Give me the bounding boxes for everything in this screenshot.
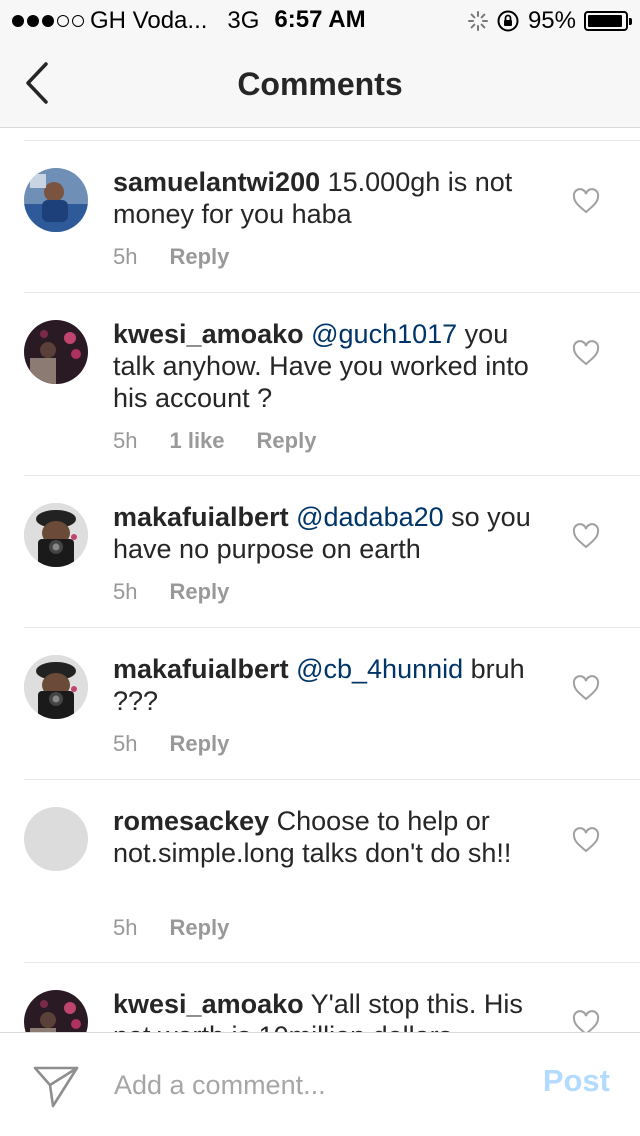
- comment-mention[interactable]: @dadaba20: [296, 502, 444, 532]
- comment-mention[interactable]: @cb_4hunnid: [296, 654, 463, 684]
- status-right: 95%: [467, 7, 632, 35]
- reply-button[interactable]: Reply: [257, 428, 317, 454]
- comment-username[interactable]: kwesi_amoako: [113, 319, 304, 349]
- comment-divider: [24, 627, 640, 628]
- rotation-lock-icon: [497, 10, 519, 32]
- comment-username[interactable]: romesackey: [113, 806, 269, 836]
- comment-time: 5h: [113, 579, 138, 604]
- comment-time: 5h: [113, 244, 138, 269]
- avatar[interactable]: [24, 807, 88, 871]
- like-heart-icon[interactable]: [572, 340, 600, 366]
- comment-text: romesackey Choose to help or not.simple.…: [113, 805, 533, 869]
- comment-mention[interactable]: @guch1017: [311, 319, 457, 349]
- comment-list[interactable]: samuelantwi200 15.000gh is not money for…: [0, 128, 640, 1032]
- comment-username[interactable]: makafuialbert: [113, 502, 289, 532]
- comment-input[interactable]: [114, 1063, 494, 1107]
- post-button[interactable]: Post: [543, 1063, 610, 1099]
- comment-time: 5h: [113, 731, 138, 756]
- avatar[interactable]: [24, 990, 88, 1032]
- avatar[interactable]: [24, 503, 88, 567]
- comment-meta: 5h Reply: [113, 244, 229, 270]
- like-heart-icon[interactable]: [572, 827, 600, 853]
- battery-level: [588, 15, 623, 27]
- comment-composer: Post: [0, 1032, 640, 1136]
- page-title: Comments: [237, 66, 403, 102]
- comment-meta: 5h 1 like Reply: [113, 428, 316, 454]
- comment-text: samuelantwi200 15.000gh is not money for…: [113, 166, 533, 230]
- comment-username[interactable]: kwesi_amoako: [113, 989, 304, 1019]
- list-top-divider: [24, 140, 640, 141]
- comment-divider: [24, 292, 640, 293]
- nav-bar: Comments: [0, 40, 640, 128]
- activity-spinner-icon: [467, 11, 488, 31]
- battery-percent: 95%: [527, 7, 576, 34]
- comment-meta: 5h Reply: [113, 579, 229, 605]
- like-heart-icon[interactable]: [572, 675, 600, 701]
- status-bar: GH Voda... 3G 6:57 AM 95%: [0, 0, 640, 40]
- comment-text: makafuialbert @cb_4hunnid bruh ???: [113, 653, 533, 717]
- reply-button[interactable]: Reply: [169, 731, 229, 757]
- comment-time: 5h: [113, 428, 138, 453]
- reply-button[interactable]: Reply: [169, 915, 229, 941]
- like-heart-icon[interactable]: [572, 523, 600, 549]
- comment-divider: [24, 475, 640, 476]
- comment-username[interactable]: makafuialbert: [113, 654, 289, 684]
- comment-text: kwesi_amoako @guch1017 you talk anyhow. …: [113, 318, 533, 414]
- comment-meta: 5h Reply: [113, 731, 229, 757]
- like-count[interactable]: 1 like: [169, 428, 224, 454]
- battery-icon: [584, 11, 632, 31]
- direct-send-icon[interactable]: [32, 1063, 80, 1109]
- comment-time: 5h: [113, 915, 138, 940]
- comment-meta: 5h Reply: [113, 915, 229, 941]
- reply-button[interactable]: Reply: [169, 579, 229, 605]
- comment-text: kwesi_amoako Y'all stop this. His net wo…: [113, 988, 533, 1032]
- comment-username[interactable]: samuelantwi200: [113, 167, 320, 197]
- comment-text: makafuialbert @dadaba20 so you have no p…: [113, 501, 533, 565]
- avatar[interactable]: [24, 320, 88, 384]
- comment-divider: [24, 962, 640, 963]
- avatar[interactable]: [24, 655, 88, 719]
- avatar[interactable]: [24, 168, 88, 232]
- reply-button[interactable]: Reply: [169, 244, 229, 270]
- like-heart-icon[interactable]: [572, 1010, 600, 1032]
- like-heart-icon[interactable]: [572, 188, 600, 214]
- comment-divider: [24, 779, 640, 780]
